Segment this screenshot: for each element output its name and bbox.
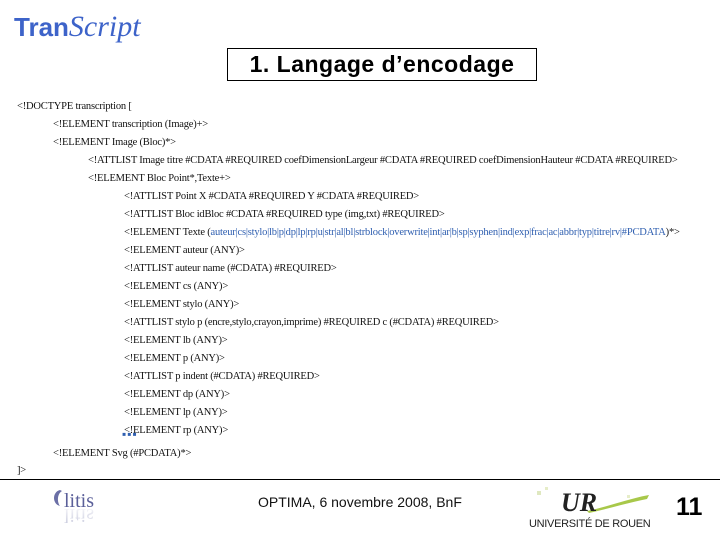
logo-part-tran: Tran <box>14 12 69 42</box>
dtd-line: <!ATTLIST auteur name (#CDATA) #REQUIRED… <box>124 263 337 274</box>
footer-event-text: OPTIMA, 6 novembre 2008, BnF <box>258 494 462 510</box>
dtd-line: <!ELEMENT dp (ANY)> <box>124 389 230 400</box>
logo-part-script: Script <box>68 10 141 43</box>
litis-reflection: litis <box>64 504 94 526</box>
dtd-line: <!ATTLIST p indent (#CDATA) #REQUIRED> <box>124 371 320 382</box>
ur-label: UNIVERSITÉ DE ROUEN <box>529 517 651 530</box>
ellipsis-marker: ▪▪▪ <box>122 427 138 441</box>
dtd-line-suffix: )*> <box>665 227 680 238</box>
dtd-line: <!ELEMENT rp (ANY)> <box>124 425 229 436</box>
dtd-line: <!ELEMENT lb (ANY)> <box>124 335 228 346</box>
dtd-line-prefix: <!ELEMENT Texte ( <box>124 227 211 238</box>
dtd-line: <!ELEMENT cs (ANY)> <box>124 281 229 292</box>
dtd-line: <!DOCTYPE transcription [ <box>17 101 132 112</box>
litis-swoosh-icon <box>54 490 62 506</box>
dtd-closing: ]> <box>17 465 27 476</box>
dtd-line: <!ELEMENT p (ANY)> <box>124 353 225 364</box>
dtd-line: <!ELEMENT auteur (ANY)> <box>124 245 245 256</box>
footer-divider <box>0 479 720 480</box>
dtd-line: <!ATTLIST stylo p (encre,stylo,crayon,im… <box>124 317 499 328</box>
dtd-line: <!ELEMENT lp (ANY)> <box>124 407 228 418</box>
universite-de-rouen-logo: UR UNIVERSITÉ DE ROUEN <box>529 487 651 530</box>
dtd-line: <!ELEMENT transcription (Image)+> <box>53 119 209 130</box>
dtd-line: <!ELEMENT stylo (ANY)> <box>124 299 240 310</box>
dtd-line: <!ATTLIST Bloc idBloc #CDATA #REQUIRED t… <box>124 209 445 220</box>
dtd-line: <!ELEMENT Texte (auteur|cs|stylo|lb|p|dp… <box>124 227 680 238</box>
page-number: 11 <box>676 493 703 521</box>
dtd-line: <!ELEMENT Bloc Point*,Texte+> <box>88 173 231 184</box>
transcript-logo: TranScript <box>14 10 141 44</box>
dtd-line: <!ATTLIST Point X #CDATA #REQUIRED Y #CD… <box>124 191 420 202</box>
dtd-line: <!ELEMENT Image (Bloc)*> <box>53 137 176 148</box>
texte-content-model: auteur|cs|stylo|lb|p|dp|lp|rp|u|str|al|b… <box>210 227 666 238</box>
slide-title: 1. Langage d’encodage <box>227 48 537 81</box>
litis-logo: litis litis <box>54 490 94 526</box>
dtd-line: <!ATTLIST Image titre #CDATA #REQUIRED c… <box>88 155 678 166</box>
dtd-line-svg: <!ELEMENT Svg (#PCDATA)*> <box>53 448 192 459</box>
ur-mark: UR <box>561 488 597 517</box>
